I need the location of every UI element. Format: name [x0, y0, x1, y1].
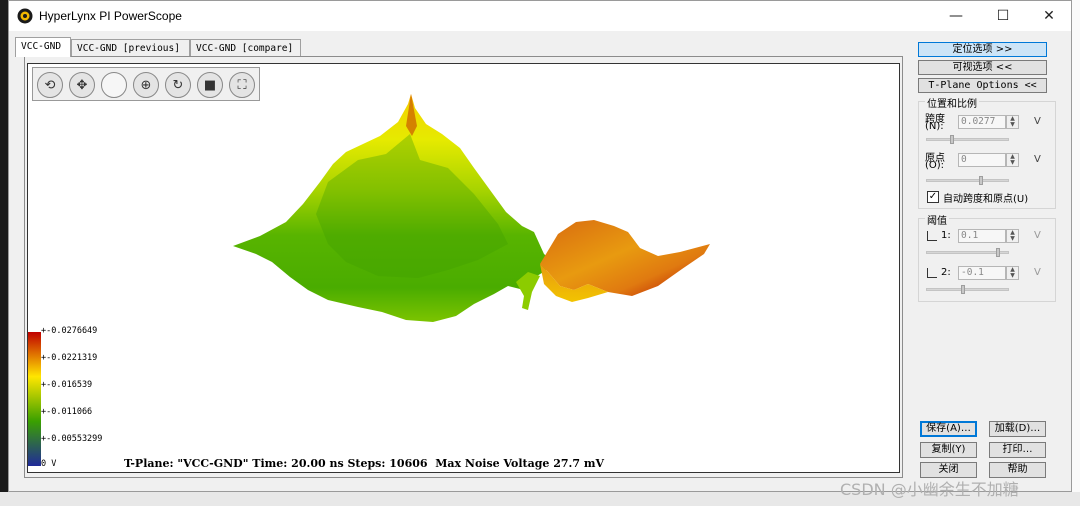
stop-icon: ■: [203, 77, 217, 93]
blank-button[interactable]: [101, 72, 127, 98]
visual-options-button[interactable]: 可视选项 <<: [918, 60, 1047, 75]
tplane-options-button[interactable]: T-Plane Options <<: [918, 78, 1047, 93]
maximize-icon: ☐: [996, 8, 1010, 24]
threshold-2-stepper[interactable]: ▲ ▼: [1006, 266, 1019, 280]
refresh-button[interactable]: ↻: [165, 72, 191, 98]
threshold-title: 阈值: [925, 212, 949, 227]
status-line: T-Plane: "VCC-GND" Time: 20.00 ns Steps:…: [124, 457, 605, 470]
threshold-1-label: 1:: [941, 230, 951, 241]
threshold-2-input[interactable]: -0.1: [958, 266, 1006, 280]
origin-label-key: (O):: [925, 160, 945, 171]
span-stepper[interactable]: ▲ ▼: [1006, 115, 1019, 129]
fit-icon: ⛶: [237, 77, 247, 93]
csdn-watermark: CSDN @小幽余生不加糖: [840, 480, 1019, 499]
view-toolbar: ⟲ ✥ ⊕ ↻ ■ ⛶: [32, 67, 260, 101]
threshold-1-stepper[interactable]: ▲ ▼: [1006, 229, 1019, 243]
noise-surface-3d-plot[interactable]: [28, 64, 899, 472]
print-button[interactable]: 打印…: [989, 442, 1046, 458]
origin-stepper[interactable]: ▲ ▼: [1006, 153, 1019, 167]
save-button[interactable]: 保存(A)…: [920, 421, 977, 437]
position-scale-title: 位置和比例: [925, 95, 979, 110]
tab-vcc-gnd-previous[interactable]: VCC-GND [previous]: [71, 39, 190, 57]
threshold-2-slider-thumb[interactable]: [961, 285, 965, 294]
auto-span-label: 自动跨度和原点(U): [943, 194, 1029, 205]
threshold-1-input[interactable]: 0.1: [958, 229, 1006, 243]
origin-input[interactable]: 0: [958, 153, 1006, 167]
close-window-button[interactable]: ✕: [1026, 1, 1072, 31]
threshold-2-checkbox[interactable]: [927, 268, 937, 278]
desktop-background-left: [0, 0, 8, 506]
load-button[interactable]: 加载(D)…: [989, 421, 1046, 437]
move-button[interactable]: ✥: [69, 72, 95, 98]
surface-right-region: [540, 220, 710, 296]
window-title: HyperLynx PI PowerScope: [39, 9, 182, 23]
rotate-icon: ⟲: [44, 77, 56, 93]
span-label-key: (N):: [925, 121, 944, 132]
stop-button[interactable]: ■: [197, 72, 223, 98]
maximize-button[interactable]: ☐: [980, 1, 1026, 31]
copy-button[interactable]: 复制(Y): [920, 442, 977, 458]
center-button[interactable]: ⊕: [133, 72, 159, 98]
tab-vcc-gnd-compare[interactable]: VCC-GND [compare]: [190, 39, 301, 57]
colorbar-label: +-0.0221319: [41, 353, 98, 363]
fit-button[interactable]: ⛶: [229, 72, 255, 98]
minimize-icon: —: [949, 8, 963, 24]
threshold-2-unit: V: [1034, 267, 1041, 278]
span-slider-thumb[interactable]: [950, 135, 954, 144]
refresh-icon: ↻: [172, 77, 184, 93]
powerscope-window: HyperLynx PI PowerScope — ☐ ✕ VCC-GND VC…: [8, 0, 1072, 492]
center-icon: ⊕: [140, 77, 152, 93]
span-slider-track[interactable]: [926, 138, 1009, 141]
span-input[interactable]: 0.0277: [958, 115, 1006, 129]
title-bar[interactable]: HyperLynx PI PowerScope — ☐ ✕: [9, 1, 1071, 31]
close-icon: ✕: [1043, 8, 1055, 24]
rotate-button[interactable]: ⟲: [37, 72, 63, 98]
colorbar-legend: [28, 332, 41, 466]
threshold-1-slider-thumb[interactable]: [996, 248, 1000, 257]
origin-slider-thumb[interactable]: [979, 176, 983, 185]
colorbar-label-max: +-0.0276649: [41, 326, 98, 336]
location-options-button[interactable]: 定位选项 >>: [918, 42, 1047, 57]
minimize-button[interactable]: —: [933, 1, 979, 31]
span-unit: V: [1034, 116, 1041, 127]
desktop-background-right: [1072, 0, 1080, 506]
threshold-1-checkbox[interactable]: [927, 231, 937, 241]
move-icon: ✥: [76, 77, 88, 93]
colorbar-label: +-0.016539: [41, 380, 93, 390]
origin-slider-track[interactable]: [926, 179, 1009, 182]
plot-canvas[interactable]: ⟲ ✥ ⊕ ↻ ■ ⛶ +-0.0276649 +-0.0221319 +-0.…: [27, 63, 900, 473]
auto-span-checkbox[interactable]: ✓: [927, 191, 939, 203]
threshold-1-unit: V: [1034, 230, 1041, 241]
tab-vcc-gnd[interactable]: VCC-GND: [15, 37, 71, 57]
threshold-2-label: 2:: [941, 267, 951, 278]
colorbar-label: +-0.011066: [41, 407, 93, 417]
colorbar-label: +-0.00553299: [41, 434, 103, 444]
colorbar-label-min: 0 V: [41, 459, 57, 469]
threshold-2-slider-track[interactable]: [926, 288, 1009, 291]
origin-unit: V: [1034, 154, 1041, 165]
app-logo-icon: [17, 8, 33, 24]
